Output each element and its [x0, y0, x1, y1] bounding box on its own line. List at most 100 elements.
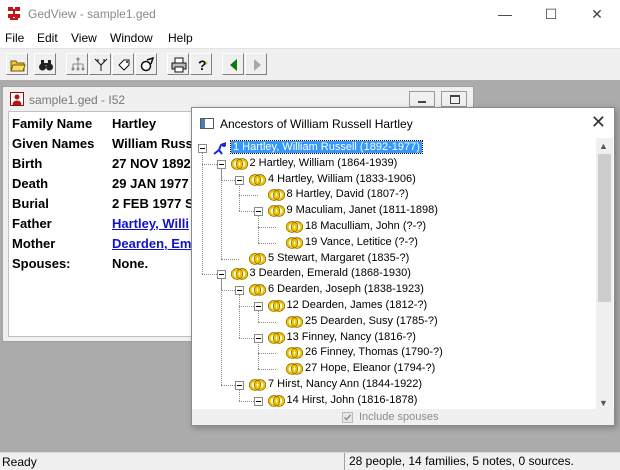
person-ring-icon [267, 331, 285, 344]
field-value: William Russ [112, 136, 193, 151]
ancestor-node[interactable]: 2 Hartley, William (1864-1939) [192, 156, 596, 172]
ancestor-node[interactable]: 26 Finney, Thomas (1790-?) [192, 345, 596, 361]
ancestor-name: 14 Hirst, John (1816-1878) [286, 393, 418, 406]
tree-connector [220, 278, 222, 385]
back-arrow-icon [230, 59, 237, 71]
include-spouses-checkbox[interactable] [342, 412, 353, 423]
person-ring-icon [267, 395, 285, 407]
person-ring-icon [248, 379, 267, 391]
ancestor-name: 8 Hartley, David (1807-?) [286, 188, 409, 201]
find-button[interactable] [34, 53, 56, 75]
ancestor-name: 2 Hartley, William (1864-1939) [249, 156, 398, 169]
root-person-icon [213, 142, 227, 155]
ancestor-name: 1 Hartley, William Russell (1892-1977) [230, 140, 423, 154]
individual-window-title: sample1.ged - I52 [29, 93, 126, 107]
back-button[interactable] [222, 53, 244, 75]
ancestors-close-button[interactable]: ✕ [591, 112, 606, 133]
ancestor-node[interactable]: 9 Maculiam, Janet (1811-1898) [192, 203, 596, 219]
tag-button[interactable] [112, 53, 134, 75]
ancestor-node[interactable]: 14 Hirst, John (1816-1878) [192, 393, 596, 409]
family-tree-button[interactable] [66, 53, 88, 75]
checkmark-icon [344, 414, 352, 421]
person-ring-icon [230, 268, 248, 281]
ancestor-node[interactable]: 7 Hirst, Nancy Ann (1844-1922) [192, 377, 596, 393]
ancestor-node[interactable]: 8 Hartley, David (1807-?) [192, 187, 596, 203]
field-label: Death [12, 176, 49, 191]
menu-window[interactable]: Window [110, 31, 153, 45]
person-ring-icon [248, 284, 267, 296]
open-folder-button[interactable] [6, 53, 28, 75]
descendants-button[interactable] [89, 53, 111, 75]
child-restore-button[interactable] [441, 91, 467, 107]
person-ring-icon [230, 158, 248, 170]
field-label: Given Names [12, 136, 95, 151]
father-link[interactable]: Hartley, Willi [112, 216, 189, 231]
ancestor-node[interactable]: 4 Hartley, William (1833-1906) [192, 172, 596, 188]
scroll-thumb[interactable] [598, 154, 611, 302]
ancestor-node[interactable]: 19 Vance, Letitice (?-?) [192, 235, 596, 251]
root-person-icon [212, 142, 229, 155]
close-button[interactable]: ✕ [574, 0, 620, 29]
ancestor-node[interactable]: 5 Stewart, Margaret (1835-?) [192, 251, 596, 267]
scroll-down-icon[interactable]: ▼ [599, 398, 608, 408]
dialog-window-icon [200, 118, 214, 129]
collapse-toggle[interactable] [253, 396, 263, 406]
person-ring-icon [248, 173, 267, 186]
field-value: None. [112, 256, 149, 271]
ancestor-node[interactable]: 12 Dearden, James (1812-?) [192, 298, 596, 314]
person-ring-icon [285, 221, 304, 233]
menu-help[interactable]: Help [168, 31, 193, 45]
ancestors-tree[interactable]: 1 Hartley, William Russell (1892-1977) 2 … [192, 138, 596, 416]
include-spouses-label: Include spouses [359, 411, 439, 423]
status-text: Ready [2, 455, 37, 469]
child-minimize-button[interactable] [409, 91, 435, 107]
ancestor-node[interactable]: 27 Hope, Eleanor (1794-?) [192, 361, 596, 377]
ancestor-node[interactable]: 18 Maculliam, John (?-?) [192, 219, 596, 235]
person-ring-icon [285, 363, 304, 375]
field-label: Father [12, 216, 52, 231]
person-ring-icon [267, 205, 285, 217]
ancestor-name: 3 Dearden, Emerald (1868-1930) [249, 267, 411, 280]
tree-connector [202, 152, 203, 275]
menu-file[interactable]: File [5, 31, 24, 45]
ancestor-name: 9 Maculiam, Janet (1811-1898) [286, 204, 438, 217]
ancestor-node[interactable]: 6 Dearden, Joseph (1838-1923) [192, 282, 596, 298]
ancestor-name: 13 Finney, Nancy (1816-?) [286, 330, 416, 343]
ancestors-dialog-title: Ancestors of William Russell Hartley [220, 117, 413, 131]
individual-record-icon [10, 92, 24, 106]
forward-arrow-icon [254, 59, 261, 71]
menu-view[interactable]: View [71, 31, 97, 45]
status-counts: 28 people, 14 families, 5 notes, 0 sourc… [344, 453, 620, 470]
ancestor-name: 12 Dearden, James (1812-?) [286, 299, 428, 311]
app-title-bar: GedView - sample1.ged — ☐ ✕ [0, 0, 620, 29]
person-ring-icon [230, 158, 248, 170]
person-ring-icon [248, 379, 267, 391]
ancestor-name: 27 Hope, Eleanor (1794-?) [305, 362, 436, 375]
ancestor-node[interactable]: 3 Dearden, Emerald (1868-1930) [192, 266, 596, 282]
family-tree-icon [71, 57, 85, 71]
open-folder-icon [10, 60, 26, 72]
ancestor-node[interactable]: 13 Finney, Nancy (1816-?) [192, 330, 596, 346]
maximize-button[interactable]: ☐ [528, 0, 574, 29]
help-question-icon: ? [198, 57, 208, 73]
mother-link[interactable]: Dearden, Em [112, 236, 191, 251]
person-ring-icon [285, 237, 304, 249]
person-ring-icon [267, 331, 285, 344]
ancestor-node[interactable]: 1 Hartley, William Russell (1892-1977) [192, 140, 596, 156]
person-ring-icon [267, 189, 285, 202]
minimize-button[interactable]: — [482, 0, 528, 29]
settings-button[interactable] [135, 53, 157, 75]
ancestor-name: 7 Hirst, Nancy Ann (1844-1922) [268, 378, 423, 390]
person-ring-icon [267, 300, 285, 312]
ancestor-node[interactable]: 25 Dearden, Susy (1785-?) [192, 314, 596, 330]
menu-edit[interactable]: Edit [37, 31, 58, 45]
person-ring-icon [285, 316, 304, 328]
tree-vertical-scrollbar[interactable]: ▲ ▼ [596, 138, 613, 410]
scroll-up-icon[interactable]: ▲ [599, 141, 608, 151]
ancestors-dialog-title-bar[interactable]: Ancestors of William Russell Hartley ✕ [192, 108, 614, 138]
print-button[interactable] [167, 53, 189, 75]
person-ring-icon [267, 395, 285, 407]
help-button[interactable]: ? [190, 53, 212, 75]
forward-button[interactable] [245, 53, 267, 75]
field-label: Family Name [12, 116, 93, 131]
